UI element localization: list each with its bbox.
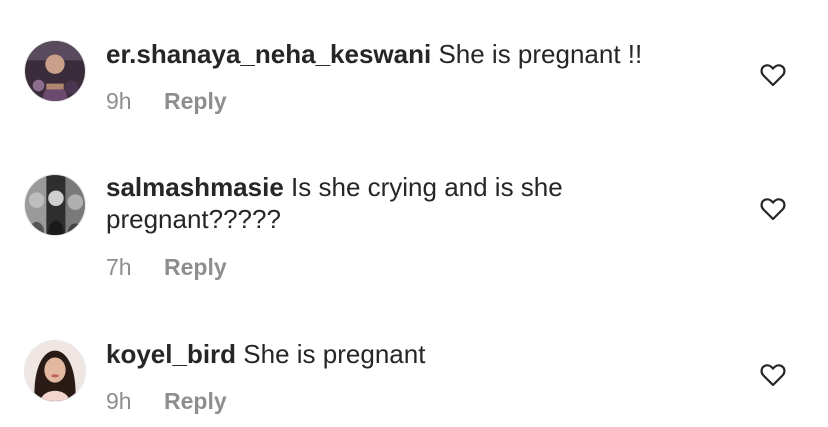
comment-item: koyel_bird She is pregnant 9h Reply — [0, 0, 828, 427]
avatar[interactable] — [24, 340, 86, 402]
comment-body: koyel_bird She is pregnant — [106, 338, 706, 370]
avatar-image — [25, 341, 85, 401]
comment-username[interactable]: koyel_bird — [106, 339, 236, 369]
comment-time: 9h — [106, 388, 132, 414]
heart-outline-icon — [760, 364, 786, 387]
comment-meta: 9h Reply — [106, 387, 227, 415]
comment-text: She is pregnant — [243, 339, 426, 369]
reply-button[interactable]: Reply — [164, 387, 227, 415]
like-button[interactable] — [760, 363, 786, 387]
